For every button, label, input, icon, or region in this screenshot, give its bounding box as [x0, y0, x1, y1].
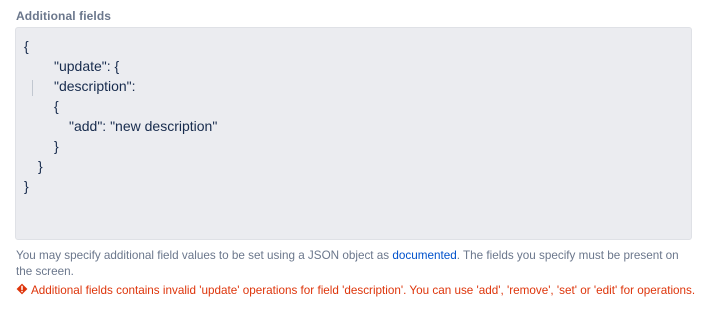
documented-link[interactable]: documented: [392, 249, 456, 262]
help-text: You may specify additional field values …: [16, 248, 698, 280]
indent-guide: [32, 80, 33, 96]
code-line: {: [24, 38, 29, 54]
help-text-before: You may specify additional field values …: [16, 249, 393, 262]
code-line: "description":: [54, 78, 136, 94]
error-text: Additional fields contains invalid 'upda…: [31, 284, 696, 297]
code-line: }: [38, 158, 43, 174]
json-editor[interactable]: { "update": { "description": { "add": "n…: [15, 27, 692, 240]
code-line: "add": "new description": [69, 118, 218, 134]
code-line: }: [54, 138, 59, 154]
error-icon: [16, 283, 28, 295]
code-line: "update": {: [54, 58, 120, 74]
error-message: Additional fields contains invalid 'upda…: [16, 283, 700, 299]
field-label: Additional fields: [16, 9, 112, 23]
code-line: {: [54, 98, 59, 114]
code-line: }: [24, 178, 29, 194]
